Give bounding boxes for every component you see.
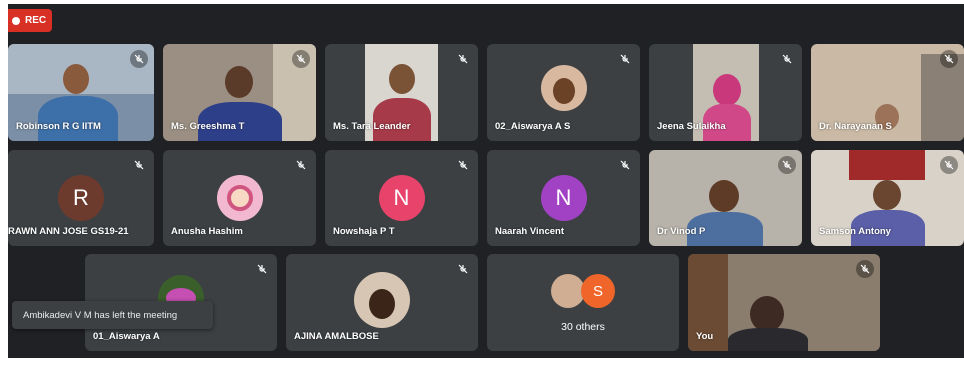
video-background [849, 150, 925, 180]
participant-name: AJINA AMALBOSE [294, 331, 379, 342]
avatar-initial: N [393, 185, 410, 210]
self-tile[interactable]: You [688, 254, 880, 351]
mic-off-icon [253, 260, 271, 278]
participant-tile-nowshaja[interactable]: N Nowshaja P T [325, 150, 478, 246]
participant-tile-robinson[interactable]: Robinson R G IITM [8, 44, 154, 141]
participant-name: Anusha Hashim [171, 226, 243, 237]
recording-badge: REC [8, 9, 52, 32]
person-head [873, 180, 901, 210]
avatar [216, 175, 263, 221]
person-head [750, 296, 784, 332]
avatar: N [540, 175, 587, 221]
mic-off-icon [454, 50, 472, 68]
participant-tile-naarah[interactable]: N Naarah Vincent [487, 150, 640, 246]
mic-off-icon [454, 260, 472, 278]
participant-tile-vinod[interactable]: Dr Vinod P [649, 150, 802, 246]
participant-name: Jeena Sulaikha [657, 121, 726, 132]
participant-name: Dr. Narayanan S [819, 121, 892, 132]
participant-tile-samson[interactable]: Samson Antony [811, 150, 964, 246]
participant-name: You [696, 331, 714, 342]
mic-off-icon [940, 156, 958, 174]
participant-name: Nowshaja P T [333, 226, 395, 237]
mic-off-icon [130, 156, 148, 174]
person-body [38, 96, 118, 141]
others-tile[interactable]: S 30 others [487, 254, 679, 351]
avatar-initial: S [592, 282, 603, 300]
participant-tile-ajina[interactable]: AJINA AMALBOSE [286, 254, 478, 351]
avatar: R [58, 175, 104, 221]
participant-tile-greeshma[interactable]: Ms. Greeshma T [163, 44, 316, 141]
participant-name: Naarah Vincent [495, 226, 564, 237]
participant-tile-tara[interactable]: Ms. Tara Leander [325, 44, 478, 141]
avatar [551, 274, 585, 308]
avatar: N [378, 175, 425, 221]
participant-tile-aiswarya-as[interactable]: 02_Aiswarya A S [487, 44, 640, 141]
mic-off-icon [130, 50, 148, 68]
participant-tile-jeena[interactable]: Jeena Sulaikha [649, 44, 802, 141]
avatar [540, 65, 587, 111]
others-count: 30 others [561, 321, 605, 333]
avatar-initial: N [555, 185, 572, 210]
person-head [63, 64, 89, 94]
participant-tile-anusha[interactable]: Anusha Hashim [163, 150, 316, 246]
participant-name: RAWN ANN JOSE GS19-21 [8, 226, 129, 237]
avatar [354, 272, 410, 328]
person-head [225, 66, 253, 98]
mic-off-icon [454, 156, 472, 174]
recording-label: REC [25, 15, 47, 26]
mic-off-icon [292, 156, 310, 174]
avatar: S [581, 274, 615, 308]
bottom-strip [0, 358, 964, 365]
mic-off-icon [778, 50, 796, 68]
mic-off-icon [940, 50, 958, 68]
mic-off-icon [292, 50, 310, 68]
mic-off-icon [856, 260, 874, 278]
participant-name: Ms. Tara Leander [333, 121, 411, 132]
notification-text: Ambikadevi V M has left the meeting [23, 309, 178, 321]
video-background [921, 54, 964, 141]
participant-name: 02_Aiswarya A S [495, 121, 571, 132]
participant-tile-narayanan[interactable]: Dr. Narayanan S [811, 44, 964, 141]
person-body [373, 98, 431, 141]
record-dot-icon [12, 16, 20, 25]
mic-off-icon [778, 156, 796, 174]
others-avatars: S [487, 274, 679, 308]
person-body [728, 328, 808, 351]
participant-name: 01_Aiswarya A [93, 331, 160, 342]
person-head [713, 74, 741, 106]
mic-off-icon [616, 50, 634, 68]
person-head [709, 180, 739, 212]
participant-name: Ms. Greeshma T [171, 121, 245, 132]
left-meeting-notification: Ambikadevi V M has left the meeting [12, 301, 213, 329]
participant-name: Robinson R G IITM [16, 121, 101, 132]
participant-tile-rawn[interactable]: R RAWN ANN JOSE GS19-21 [8, 150, 154, 246]
participant-name: Dr Vinod P [657, 226, 706, 237]
participant-name: Samson Antony [819, 226, 891, 237]
mic-off-icon [616, 156, 634, 174]
avatar-initial: R [73, 185, 89, 210]
person-head [389, 64, 415, 94]
